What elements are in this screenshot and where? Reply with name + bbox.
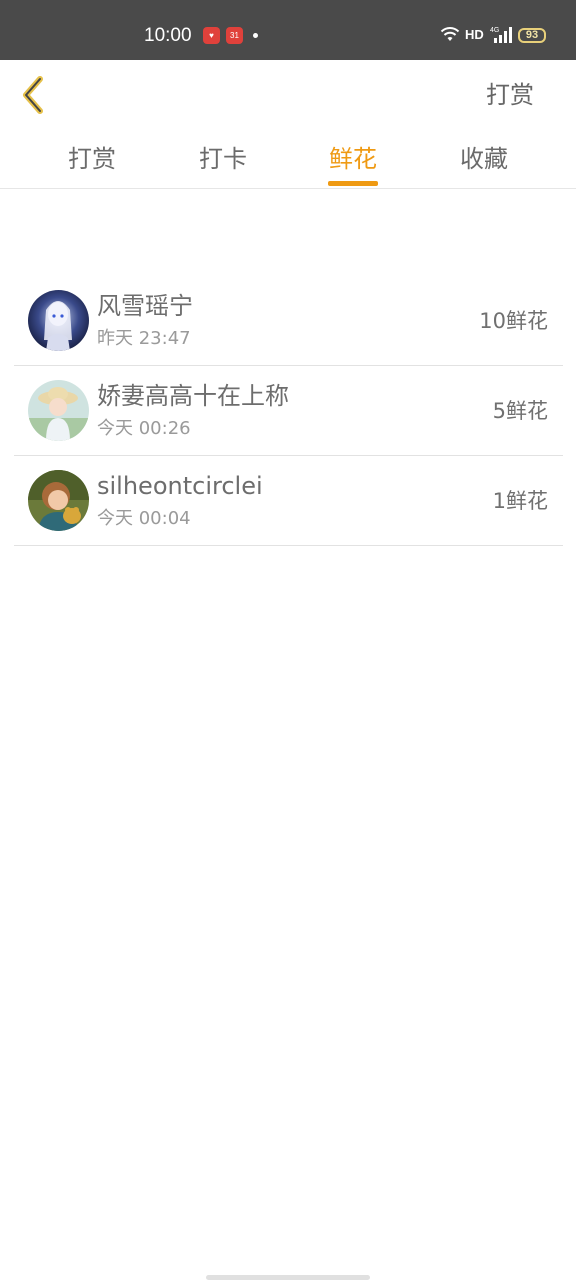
tab-flowers[interactable]: 鲜花: [318, 142, 388, 176]
tab-bar: 打赏 打卡 鲜花 收藏: [0, 138, 576, 188]
list-item[interactable]: silheontcirclei 今天 00:04 1鲜花: [0, 456, 576, 546]
status-time: 10:00: [144, 25, 192, 46]
flower-list: 风雪瑶宁 昨天 23:47 10鲜花 娇妻高高十在上称 今天 00:26 5鲜花: [0, 276, 576, 546]
notification-dot-icon: [253, 33, 258, 38]
signal-icon: 4G: [490, 27, 512, 43]
list-item[interactable]: 娇妻高高十在上称 今天 00:26 5鲜花: [0, 366, 576, 456]
avatar[interactable]: [28, 470, 89, 531]
back-button[interactable]: [18, 75, 54, 115]
status-bar: 10:00 ♥ 31 HD 4G 93: [0, 0, 576, 60]
health-app-icon: ♥: [203, 27, 220, 44]
battery-icon: 93: [518, 28, 546, 43]
flower-count: 5鲜花: [492, 399, 548, 423]
header: 打赏 打赏 打卡 鲜花 收藏: [0, 60, 576, 188]
calendar-app-icon: 31: [226, 27, 243, 44]
gift-time: 今天 00:26: [97, 418, 191, 439]
user-name: 娇妻高高十在上称: [97, 382, 289, 410]
active-tab-indicator: [328, 181, 378, 186]
hd-label: HD: [465, 27, 484, 42]
flower-count: 1鲜花: [492, 489, 548, 513]
user-name: silheontcirclei: [97, 472, 263, 500]
header-divider: [0, 188, 576, 189]
user-name: 风雪瑶宁: [97, 292, 193, 320]
tab-favorites[interactable]: 收藏: [449, 142, 519, 176]
tab-tip[interactable]: 打赏: [57, 142, 127, 176]
tip-action-button[interactable]: 打赏: [486, 79, 534, 111]
tab-checkin[interactable]: 打卡: [188, 142, 258, 176]
signal-label: 4G: [490, 27, 499, 34]
list-item[interactable]: 风雪瑶宁 昨天 23:47 10鲜花: [0, 276, 576, 366]
gift-time: 昨天 23:47: [97, 328, 191, 349]
avatar[interactable]: [28, 380, 89, 441]
row-divider: [14, 545, 563, 546]
home-indicator[interactable]: [206, 1275, 370, 1280]
flower-count: 10鲜花: [479, 309, 548, 333]
wifi-icon: [440, 27, 460, 41]
avatar[interactable]: [28, 290, 89, 351]
gift-time: 今天 00:04: [97, 508, 191, 529]
